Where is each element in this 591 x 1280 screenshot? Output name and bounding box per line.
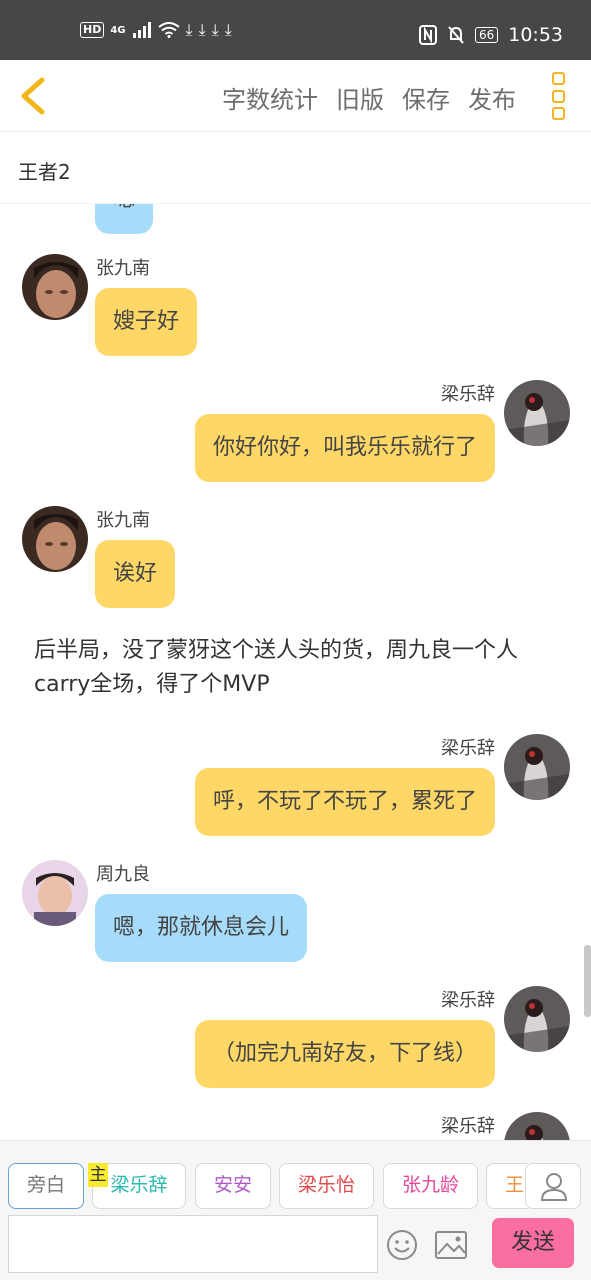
emoji-icon[interactable] bbox=[386, 1229, 418, 1261]
download-icon: ⤓ bbox=[198, 20, 206, 39]
person-icon bbox=[540, 1173, 568, 1201]
image-icon[interactable] bbox=[434, 1229, 468, 1261]
nfc-icon bbox=[418, 25, 437, 45]
role-chip-narration[interactable]: 旁白 bbox=[8, 1163, 84, 1209]
avatar[interactable] bbox=[504, 380, 570, 446]
input-panel: 旁白 梁乐辞 安安 梁乐怡 张九龄 王 主 发送 bbox=[0, 1140, 591, 1280]
avatar[interactable] bbox=[22, 860, 88, 926]
publish-button[interactable]: 发布 bbox=[468, 80, 516, 115]
sender-name: 梁乐辞 bbox=[441, 990, 495, 1011]
chapter-title[interactable]: 王者2 bbox=[18, 156, 71, 185]
avatar[interactable] bbox=[504, 734, 570, 800]
save-button[interactable]: 保存 bbox=[402, 80, 450, 115]
sender-name: 周九良 bbox=[96, 864, 150, 885]
role-chip[interactable]: 安安 bbox=[195, 1163, 271, 1209]
download-icon: ⤓ bbox=[224, 20, 232, 39]
avatar[interactable] bbox=[22, 506, 88, 572]
role-selector: 旁白 梁乐辞 安安 梁乐怡 张九龄 王 bbox=[8, 1163, 528, 1209]
back-arrow-icon[interactable] bbox=[14, 74, 54, 118]
old-version-button[interactable]: 旧版 bbox=[336, 80, 384, 115]
main-role-tag: 主 bbox=[88, 1163, 108, 1187]
chat-area: 嗯 张九南 嫂子好 梁乐辞 你好你好，叫我乐乐就行了 张九南 诶好 后半局，没了… bbox=[0, 204, 591, 1140]
message-input[interactable] bbox=[8, 1215, 378, 1273]
sender-name: 张九南 bbox=[96, 258, 150, 279]
word-count-button[interactable]: 字数统计 bbox=[222, 80, 318, 115]
mute-bell-icon bbox=[448, 26, 464, 44]
avatar[interactable] bbox=[22, 254, 88, 320]
sender-name: 梁乐辞 bbox=[441, 1116, 495, 1137]
download-icon: ⤓ bbox=[185, 20, 193, 39]
chapter-header: 王者2 bbox=[0, 132, 591, 204]
chat-bubble[interactable]: 嗯 bbox=[95, 204, 154, 234]
narration-text[interactable]: 后半局，没了蒙犽这个送人头的货，周九良一个人carry全场，得了个MVP bbox=[34, 634, 574, 702]
battery-indicator: 66 bbox=[474, 27, 499, 43]
signal-icon bbox=[132, 22, 151, 38]
top-toolbar: 字数统计 旧版 保存 发布 bbox=[0, 60, 591, 132]
chat-bubble[interactable]: 诶好 bbox=[95, 540, 176, 608]
role-chip[interactable]: 王 bbox=[486, 1163, 528, 1209]
avatar[interactable] bbox=[504, 986, 570, 1052]
hd-indicator: HD bbox=[80, 22, 105, 38]
chat-bubble[interactable]: 呼，不玩了不玩了，累死了 bbox=[194, 768, 495, 836]
chat-bubble[interactable]: （加完九南好友，下了线） bbox=[194, 1020, 495, 1088]
more-menu-icon[interactable] bbox=[549, 72, 567, 120]
character-manager-button[interactable] bbox=[525, 1163, 581, 1209]
status-bar: HD 4G ⤓ ⤓ ⤓ ⤓ 66 10:53 bbox=[0, 0, 591, 60]
chat-bubble[interactable]: 嫂子好 bbox=[95, 288, 198, 356]
chat-bubble[interactable]: 你好你好，叫我乐乐就行了 bbox=[194, 414, 495, 482]
sender-name: 梁乐辞 bbox=[441, 384, 495, 405]
avatar[interactable] bbox=[504, 1112, 570, 1140]
download-icon: ⤓ bbox=[211, 20, 219, 39]
send-button[interactable]: 发送 bbox=[492, 1218, 574, 1268]
chat-bubble[interactable]: 嗯，那就休息会儿 bbox=[95, 894, 308, 962]
sender-name: 梁乐辞 bbox=[441, 738, 495, 759]
role-chip[interactable]: 张九龄 bbox=[383, 1163, 478, 1209]
network-type: 4G bbox=[110, 24, 126, 36]
clock: 10:53 bbox=[508, 24, 563, 46]
sender-name: 张九南 bbox=[96, 510, 150, 531]
scrollbar[interactable] bbox=[584, 945, 591, 1017]
wifi-icon bbox=[157, 22, 180, 38]
role-chip[interactable]: 梁乐怡 bbox=[279, 1163, 374, 1209]
